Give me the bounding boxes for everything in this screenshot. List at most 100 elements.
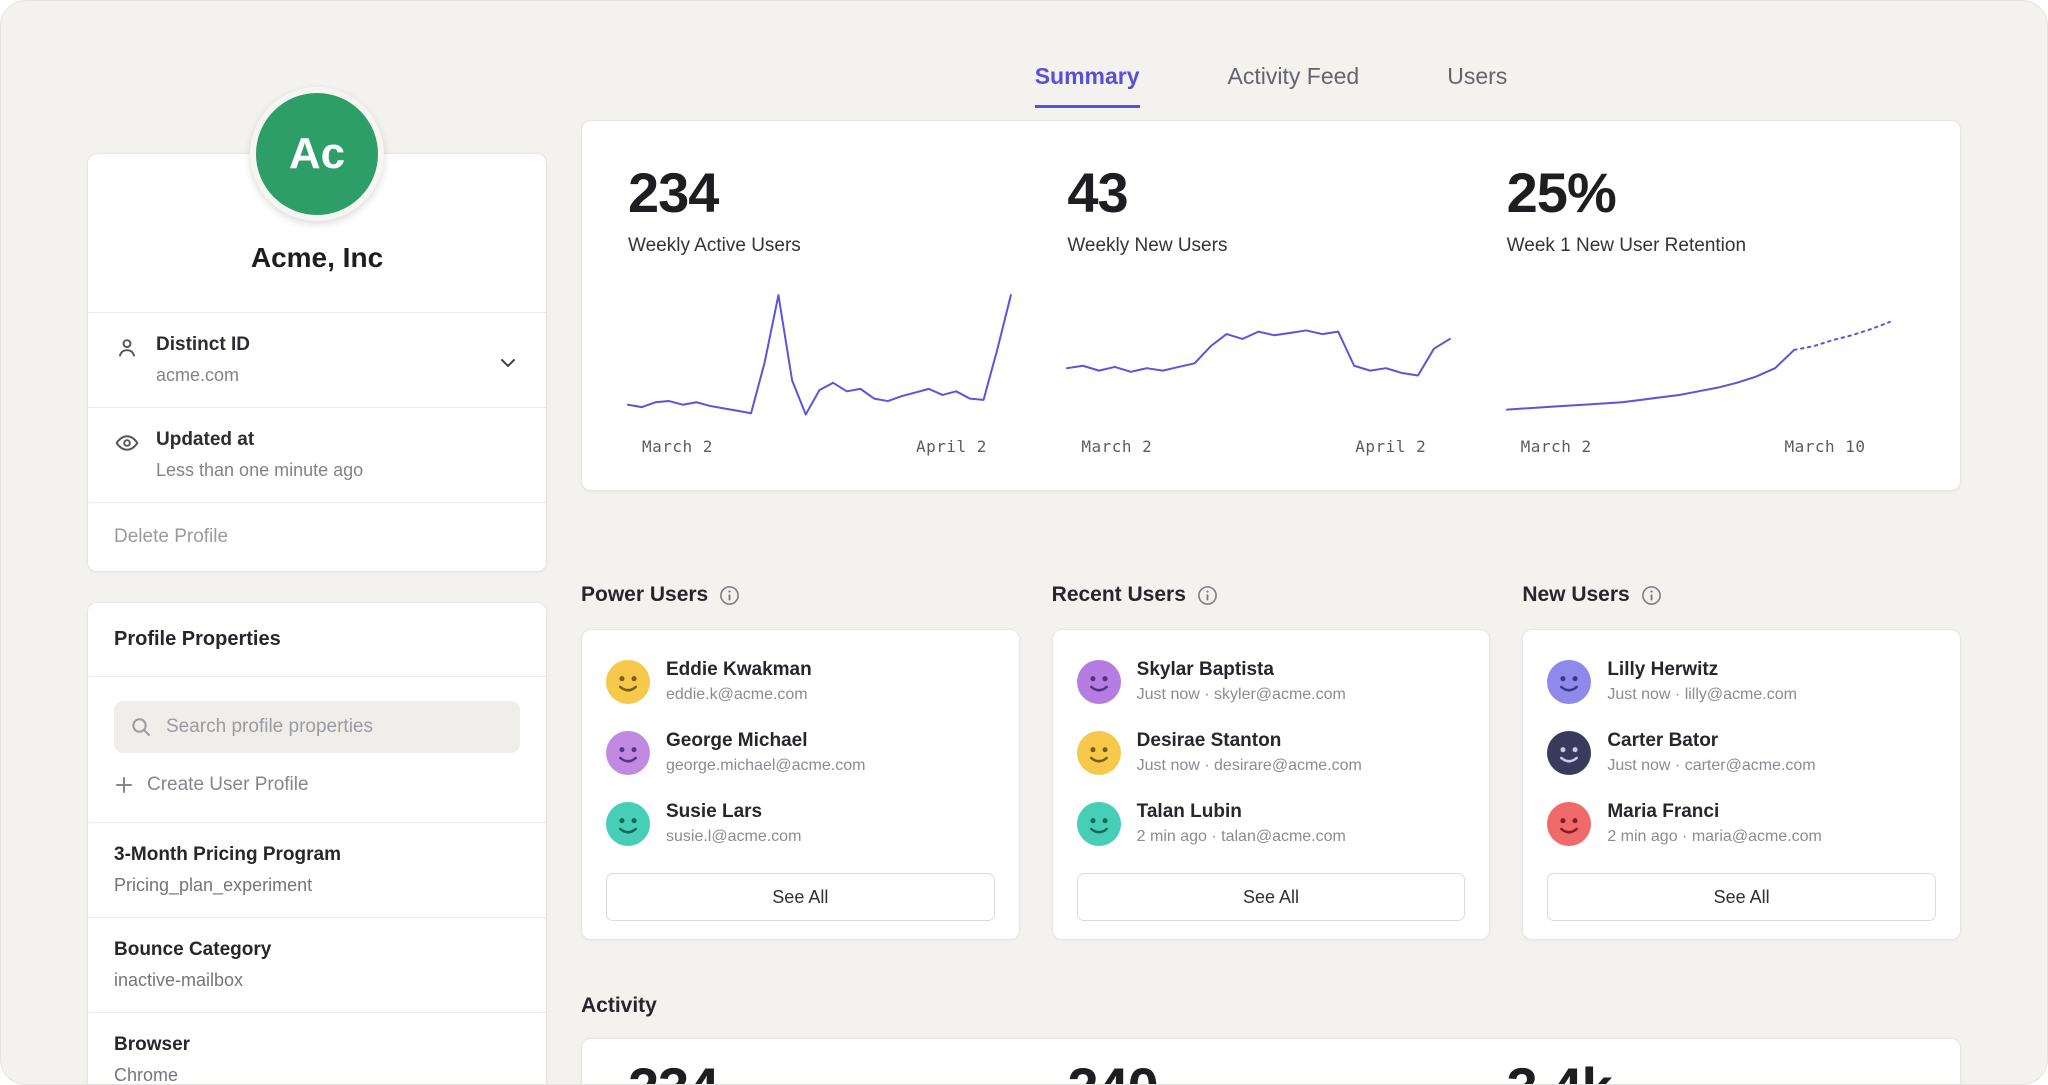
user-avatar <box>1547 802 1591 846</box>
main-panel: Summary Activity Feed Users 234 Weekly A… <box>581 57 1961 1085</box>
x-tick-end: March 10 <box>1784 437 1865 456</box>
new-users-title: New Users <box>1522 583 1629 607</box>
stat-week1-retention: 25% Week 1 New User Retention March 2 Ma… <box>1491 165 1930 456</box>
stat-label: Week 1 New User Retention <box>1507 235 1914 257</box>
property-value: Pricing_plan_experiment <box>114 875 520 896</box>
x-tick-start: March 2 <box>1081 437 1152 456</box>
user-email: Just now · carter@acme.com <box>1607 757 1815 775</box>
power-users-column: Power Users Eddie Kwakman eddi <box>581 583 1020 940</box>
user-name: Lilly Herwitz <box>1607 659 1797 681</box>
user-email: george.michael@acme.com <box>666 757 865 775</box>
create-user-profile-label: Create User Profile <box>147 774 309 796</box>
distinct-id-value: acme.com <box>156 365 250 386</box>
user-avatar <box>1077 660 1121 704</box>
updated-at-label: Updated at <box>156 429 363 451</box>
stat-value: 43 <box>1067 165 1474 221</box>
new-users-card: Lilly Herwitz Just now · lilly@acme.com … <box>1522 629 1961 940</box>
user-name: Susie Lars <box>666 801 801 823</box>
stat-value: 234 <box>628 165 1035 221</box>
property-row[interactable]: Browser Chrome <box>88 1013 546 1085</box>
user-email: 2 min ago · maria@acme.com <box>1607 828 1822 846</box>
user-name: Carter Bator <box>1607 730 1815 752</box>
user-email: Just now · skyler@acme.com <box>1137 686 1346 704</box>
new-users-column: New Users Lilly Herwitz Just n <box>1522 583 1961 940</box>
profile-properties-title: Profile Properties <box>88 603 546 677</box>
create-user-profile-button[interactable]: Create User Profile <box>114 774 520 796</box>
user-name: Eddie Kwakman <box>666 659 812 681</box>
user-avatar <box>1547 660 1591 704</box>
property-value: inactive-mailbox <box>114 970 520 991</box>
plus-icon <box>114 775 134 795</box>
list-item[interactable]: Maria Franci 2 min ago · maria@acme.com <box>1547 788 1936 859</box>
updated-at-value: Less than one minute ago <box>156 460 363 481</box>
distinct-id-label: Distinct ID <box>156 334 250 356</box>
person-icon <box>114 335 140 361</box>
chevron-down-icon[interactable] <box>496 351 520 375</box>
recent-users-card: Skylar Baptista Just now · skyler@acme.c… <box>1052 629 1491 940</box>
search-icon <box>129 715 153 739</box>
user-name: Skylar Baptista <box>1137 659 1346 681</box>
content: Ac Acme, Inc Distinct ID acme.com <box>1 1 2047 1085</box>
power-users-title: Power Users <box>581 583 708 607</box>
property-name: 3-Month Pricing Program <box>114 844 520 866</box>
power-users-card: Eddie Kwakman eddie.k@acme.com George Mi… <box>581 629 1020 940</box>
stat-label: Weekly New Users <box>1067 235 1474 257</box>
user-email: Just now · desirare@acme.com <box>1137 757 1362 775</box>
user-name: Desirae Stanton <box>1137 730 1362 752</box>
list-item[interactable]: Desirae Stanton Just now · desirare@acme… <box>1077 717 1466 788</box>
users-section: Power Users Eddie Kwakman eddi <box>581 583 1961 940</box>
list-item[interactable]: Talan Lubin 2 min ago · talan@acme.com <box>1077 788 1466 859</box>
see-all-button[interactable]: See All <box>1547 873 1936 921</box>
user-avatar <box>606 660 650 704</box>
profile-properties-card: Profile Properties <box>87 602 547 1085</box>
profile-page: Ac Acme, Inc Distinct ID acme.com <box>0 0 2048 1085</box>
x-tick-end: April 2 <box>916 437 987 456</box>
tab-users[interactable]: Users <box>1447 63 1507 108</box>
see-all-button[interactable]: See All <box>606 873 995 921</box>
user-name: Talan Lubin <box>1137 801 1346 823</box>
property-row[interactable]: 3-Month Pricing Program Pricing_plan_exp… <box>88 823 546 918</box>
list-item[interactable]: Lilly Herwitz Just now · lilly@acme.com <box>1547 646 1936 717</box>
user-email: Just now · lilly@acme.com <box>1607 686 1797 704</box>
tab-summary[interactable]: Summary <box>1035 63 1140 108</box>
activity-value: 240 <box>1051 1055 1490 1085</box>
tab-activity-feed[interactable]: Activity Feed <box>1228 63 1360 108</box>
company-avatar: Ac <box>250 87 384 221</box>
user-email: eddie.k@acme.com <box>666 686 812 704</box>
delete-profile-button[interactable]: Delete Profile <box>88 503 546 571</box>
user-avatar <box>1077 802 1121 846</box>
stat-weekly-new-users: 43 Weekly New Users March 2 April 2 <box>1051 165 1490 456</box>
user-email: susie.l@acme.com <box>666 828 801 846</box>
see-all-button[interactable]: See All <box>1077 873 1466 921</box>
x-tick-start: March 2 <box>1521 437 1592 456</box>
x-tick-end: April 2 <box>1355 437 1426 456</box>
activity-title: Activity <box>581 994 1961 1018</box>
search-profile-properties-input[interactable] <box>114 701 520 753</box>
user-name: George Michael <box>666 730 865 752</box>
recent-users-column: Recent Users Skylar Baptista J <box>1052 583 1491 940</box>
info-icon[interactable] <box>1641 585 1662 606</box>
list-item[interactable]: Carter Bator Just now · carter@acme.com <box>1547 717 1936 788</box>
weekly-active-users-sparkline <box>628 287 1011 425</box>
sidebar: Ac Acme, Inc Distinct ID acme.com <box>87 87 547 1085</box>
user-avatar <box>606 731 650 775</box>
property-name: Browser <box>114 1034 520 1056</box>
activity-card: 234 240 3.4k <box>581 1038 1961 1085</box>
weekly-new-users-sparkline <box>1067 287 1450 425</box>
property-name: Bounce Category <box>114 939 520 961</box>
user-avatar <box>1077 731 1121 775</box>
user-avatar <box>606 802 650 846</box>
distinct-id-row[interactable]: Distinct ID acme.com <box>88 313 546 408</box>
property-row[interactable]: Bounce Category inactive-mailbox <box>88 918 546 1013</box>
list-item[interactable]: Eddie Kwakman eddie.k@acme.com <box>606 646 995 717</box>
summary-stats-card: 234 Weekly Active Users March 2 April 2 … <box>581 120 1961 491</box>
list-item[interactable]: Skylar Baptista Just now · skyler@acme.c… <box>1077 646 1466 717</box>
company-avatar-initials: Ac <box>289 129 345 179</box>
user-avatar <box>1547 731 1591 775</box>
search-wrap <box>114 701 520 753</box>
list-item[interactable]: George Michael george.michael@acme.com <box>606 717 995 788</box>
info-icon[interactable] <box>1197 585 1218 606</box>
info-icon[interactable] <box>719 585 740 606</box>
tabs: Summary Activity Feed Users <box>581 57 1961 108</box>
list-item[interactable]: Susie Lars susie.l@acme.com <box>606 788 995 859</box>
